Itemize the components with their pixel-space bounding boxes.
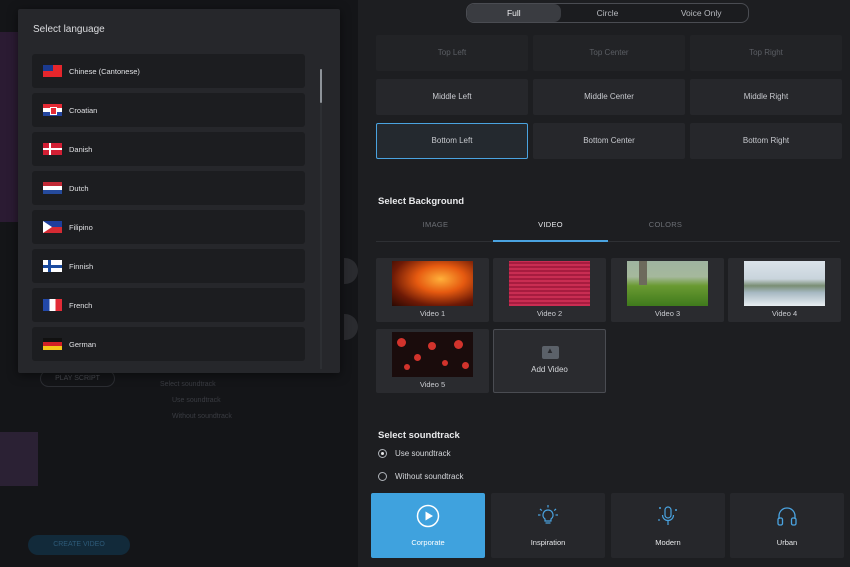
netherlands-flag-icon [43,182,62,194]
video-thumbnail [509,261,590,306]
video-thumbnail [392,261,473,306]
video-label: Video 5 [419,380,446,389]
mode-full[interactable]: Full [467,4,561,22]
position-middle-left[interactable]: Middle Left [376,79,528,115]
video-thumbnail [627,261,708,306]
language-item[interactable]: Danish [32,132,305,166]
ghost-control [344,314,358,340]
create-video-button: CREATE VIDEO [28,535,130,555]
language-name: French [69,300,93,310]
display-mode-toggle: Full Circle Voice Only [466,3,749,23]
upload-icon [542,346,559,359]
video-label: Video 4 [771,309,798,318]
position-bottom-right[interactable]: Bottom Right [690,123,842,159]
tab-image[interactable]: IMAGE [378,214,493,242]
language-name: Finnish [69,261,94,271]
video-option[interactable]: Video 4 [728,258,841,322]
philippines-flag-icon [43,221,62,233]
video-label: Video 1 [419,309,446,318]
ghost-without-soundtrack: Without soundtrack [172,413,232,420]
option-label: Without soundtrack [395,472,464,481]
position-bottom-center[interactable]: Bottom Center [533,123,685,159]
germany-flag-icon [43,338,62,350]
headphones-icon [777,507,797,526]
track-corporate[interactable]: Corporate [371,493,485,558]
scrollbar-track[interactable] [320,69,322,369]
video-thumbnail [392,332,473,377]
mode-voice-only[interactable]: Voice Only [654,4,748,22]
track-modern[interactable]: Modern [611,493,725,558]
language-item[interactable]: Croatian [32,93,305,127]
language-modal: Select language Chinese (Cantonese) Croa… [18,9,340,373]
language-name: Danish [69,144,93,154]
video-option[interactable]: Video 5 [376,329,489,393]
play-circle-icon [416,504,440,528]
soundtrack-section-title: Select soundtrack [378,430,460,441]
video-label: Video 2 [536,309,563,318]
language-name: Dutch [69,183,89,193]
language-item[interactable]: French [32,288,305,322]
track-label: Modern [655,538,681,547]
finland-flag-icon [43,260,62,272]
taiwan-flag-icon [43,65,62,77]
language-item[interactable]: Filipino [32,210,305,244]
france-flag-icon [43,299,62,311]
track-urban[interactable]: Urban [730,493,844,558]
radio-selected-icon[interactable] [378,449,387,458]
track-label: Inspiration [530,538,566,547]
language-name: Filipino [69,222,93,232]
use-soundtrack-option[interactable]: Use soundtrack [378,449,451,458]
scrollbar-thumb[interactable] [320,69,322,103]
position-middle-center[interactable]: Middle Center [533,79,685,115]
track-label: Corporate [411,538,445,547]
microphone-icon [658,506,677,525]
without-soundtrack-option[interactable]: Without soundtrack [378,472,463,481]
add-video-label: Add Video [531,365,568,374]
settings-panel: Full Circle Voice Only Top Left Top Cent… [358,0,850,567]
language-name: Chinese (Cantonese) [69,66,140,76]
video-thumbnail [744,261,825,306]
ghost-control [344,258,358,284]
language-name: German [69,339,97,349]
avatar-thumbnail [0,432,38,486]
ghost-soundtrack-title: Select soundtrack [160,381,216,388]
video-label: Video 3 [654,309,681,318]
position-middle-right[interactable]: Middle Right [690,79,842,115]
position-top-right[interactable]: Top Right [690,35,842,71]
video-option[interactable]: Video 1 [376,258,489,322]
lightbulb-icon [538,505,558,524]
background-section-title: Select Background [378,196,465,207]
tab-video[interactable]: VIDEO [493,214,608,242]
video-option[interactable]: Video 2 [493,258,606,322]
position-top-center[interactable]: Top Center [533,35,685,71]
modal-title: Select language [33,24,105,35]
background-tabs: IMAGE VIDEO COLORS [376,214,840,242]
video-option[interactable]: Video 3 [611,258,724,322]
language-item[interactable]: German [32,327,305,361]
option-label: Use soundtrack [395,449,451,458]
mode-circle[interactable]: Circle [561,4,655,22]
croatia-flag-icon [43,104,62,116]
language-item[interactable]: Dutch [32,171,305,205]
language-item[interactable]: Finnish [32,249,305,283]
track-label: Urban [776,538,798,547]
language-item[interactable]: Chinese (Cantonese) [32,54,305,88]
tab-colors[interactable]: COLORS [608,214,723,242]
denmark-flag-icon [43,143,62,155]
position-top-left[interactable]: Top Left [376,35,528,71]
add-video-button[interactable]: Add Video [493,329,606,393]
ghost-use-soundtrack: Use soundtrack [172,397,221,404]
preview-strip [0,32,18,222]
language-name: Croatian [69,105,98,115]
language-list: Chinese (Cantonese) Croatian Danish Dutc… [32,54,305,366]
position-bottom-left[interactable]: Bottom Left [376,123,528,159]
radio-unselected-icon[interactable] [378,472,387,481]
track-inspiration[interactable]: Inspiration [491,493,605,558]
